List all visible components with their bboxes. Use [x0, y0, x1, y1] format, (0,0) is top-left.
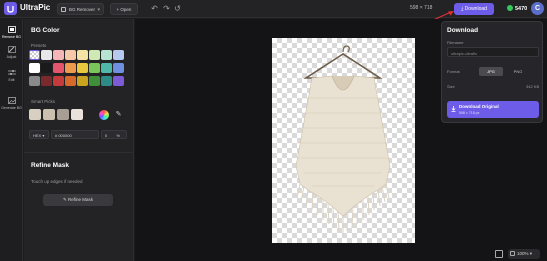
- bg-color-panel: BG Color Presets Smart Picks ✎ HEX ▾ # 0…: [24, 19, 134, 261]
- color-swatch[interactable]: [65, 76, 76, 86]
- open-button[interactable]: + Open: [110, 3, 138, 15]
- adjust-icon: [7, 46, 16, 53]
- color-swatch[interactable]: [29, 76, 40, 86]
- rail-item-generate-bg[interactable]: Generate BG: [0, 97, 23, 110]
- size-label: Size: [447, 84, 455, 89]
- color-swatch[interactable]: [77, 76, 88, 86]
- download-label: Download: [464, 6, 487, 12]
- download-original-sub: 598 × 718 px: [459, 111, 480, 115]
- color-swatch[interactable]: [113, 76, 124, 86]
- color-swatch[interactable]: [53, 50, 64, 60]
- refine-mask-title: Refine Mask: [31, 162, 69, 169]
- opacity-value: 0: [105, 133, 108, 138]
- redo-icon[interactable]: ↷: [162, 4, 171, 13]
- swatch-transparent[interactable]: [29, 50, 40, 60]
- download-original-label: Download Original: [459, 104, 499, 109]
- rail-item-remove-bg[interactable]: Remove BG: [0, 26, 23, 39]
- color-swatch[interactable]: [65, 63, 76, 73]
- smart-pick-swatch[interactable]: [57, 109, 69, 120]
- sliders-icon: [7, 70, 16, 75]
- eyedropper-icon[interactable]: ✎: [114, 110, 123, 119]
- left-rail: Remove BG Adjust Edit Generate BG: [0, 19, 23, 261]
- download-popup: Download Filename ultrapic-ultrafix Form…: [441, 21, 543, 123]
- undo-icon[interactable]: ↶: [150, 4, 159, 13]
- smart-pick-swatch[interactable]: [29, 109, 41, 120]
- opacity-unit: %: [116, 133, 120, 138]
- color-swatch[interactable]: [65, 50, 76, 60]
- color-swatch[interactable]: [101, 50, 112, 60]
- color-swatch[interactable]: [41, 50, 52, 60]
- color-swatch[interactable]: [53, 76, 64, 86]
- color-swatch[interactable]: [29, 63, 40, 73]
- image-icon: [7, 97, 16, 104]
- tool-icon: [61, 7, 66, 12]
- rail-item-label: Adjust: [6, 55, 17, 59]
- color-swatch[interactable]: [41, 63, 52, 73]
- size-value: 342 KB: [526, 84, 540, 89]
- format-label: Format: [447, 69, 460, 74]
- tool-select-label: BG Remover: [69, 7, 96, 12]
- remove-bg-icon: [7, 26, 16, 33]
- color-swatch[interactable]: [53, 63, 64, 73]
- color-swatch[interactable]: [41, 76, 52, 86]
- garment-image: [295, 45, 391, 235]
- bg-color-title: BG Color: [31, 27, 60, 34]
- zoom-value: 100%: [517, 251, 529, 256]
- color-format-label: HEX: [33, 133, 42, 138]
- presets-label: Presets: [31, 43, 47, 48]
- filename-label: Filename: [447, 40, 464, 45]
- refine-mask-button[interactable]: ✎ Refine Mask: [43, 194, 113, 206]
- zoom-control[interactable]: 100% ▾: [508, 249, 540, 259]
- download-original-button[interactable]: Download Original 598 × 718 px: [447, 101, 539, 118]
- divider: [24, 152, 134, 153]
- rail-item-label: Remove BG: [1, 35, 22, 39]
- app-title: UltraPic: [20, 3, 51, 12]
- credits-counter[interactable]: 5470: [507, 5, 527, 12]
- color-swatch[interactable]: [113, 50, 124, 60]
- chevron-down-icon: ▾: [42, 133, 45, 138]
- chevron-down-icon: ▾: [97, 7, 100, 13]
- compare-view-icon[interactable]: [495, 250, 503, 258]
- opacity-input[interactable]: 0 %: [101, 130, 127, 139]
- top-bar: UltraPic BG Remover ▾ + Open ↶ ↷ ↺ 598 ×…: [0, 0, 547, 18]
- refine-mask-hint: Touch up edges if needed: [31, 179, 83, 184]
- color-swatch[interactable]: [101, 76, 112, 86]
- download-button[interactable]: ⤓ Download: [454, 3, 494, 15]
- color-swatch[interactable]: [77, 63, 88, 73]
- color-swatch[interactable]: [89, 50, 100, 60]
- filename-input[interactable]: ultrapic-ultrafix: [447, 47, 539, 57]
- smart-pick-swatch[interactable]: [71, 109, 83, 120]
- color-swatch[interactable]: [113, 63, 124, 73]
- color-format-select[interactable]: HEX ▾: [29, 130, 49, 139]
- credits-icon: [507, 5, 513, 11]
- avatar[interactable]: C: [531, 2, 544, 15]
- hex-input[interactable]: # 000000: [51, 130, 99, 139]
- color-wheel-icon[interactable]: [99, 110, 109, 120]
- format-option-png[interactable]: PNG: [506, 67, 530, 76]
- app-logo-icon[interactable]: [4, 2, 17, 15]
- color-swatch[interactable]: [89, 76, 100, 86]
- tool-select-dropdown[interactable]: BG Remover ▾: [57, 3, 104, 15]
- reset-icon[interactable]: ↺: [173, 4, 182, 13]
- format-option-jpg[interactable]: JPG: [479, 67, 503, 76]
- smart-picks-label: Smart Picks: [31, 99, 56, 104]
- rail-item-label: Generate BG: [1, 106, 22, 110]
- image-preview[interactable]: [272, 38, 415, 243]
- chevron-down-icon: ▾: [529, 251, 533, 256]
- smart-pick-swatch[interactable]: [43, 109, 55, 120]
- refine-mask-button-label: Refine Mask: [68, 197, 94, 202]
- rail-item-edit[interactable]: Edit: [0, 69, 23, 82]
- color-swatch[interactable]: [89, 63, 100, 73]
- color-swatch[interactable]: [101, 63, 112, 73]
- credits-value: 5470: [515, 6, 528, 12]
- popup-title: Download: [447, 27, 479, 34]
- rail-item-label: Edit: [8, 78, 15, 82]
- rail-item-adjust[interactable]: Adjust: [0, 46, 23, 59]
- color-swatch[interactable]: [77, 50, 88, 60]
- fit-icon: [510, 251, 515, 256]
- download-icon: [451, 106, 456, 112]
